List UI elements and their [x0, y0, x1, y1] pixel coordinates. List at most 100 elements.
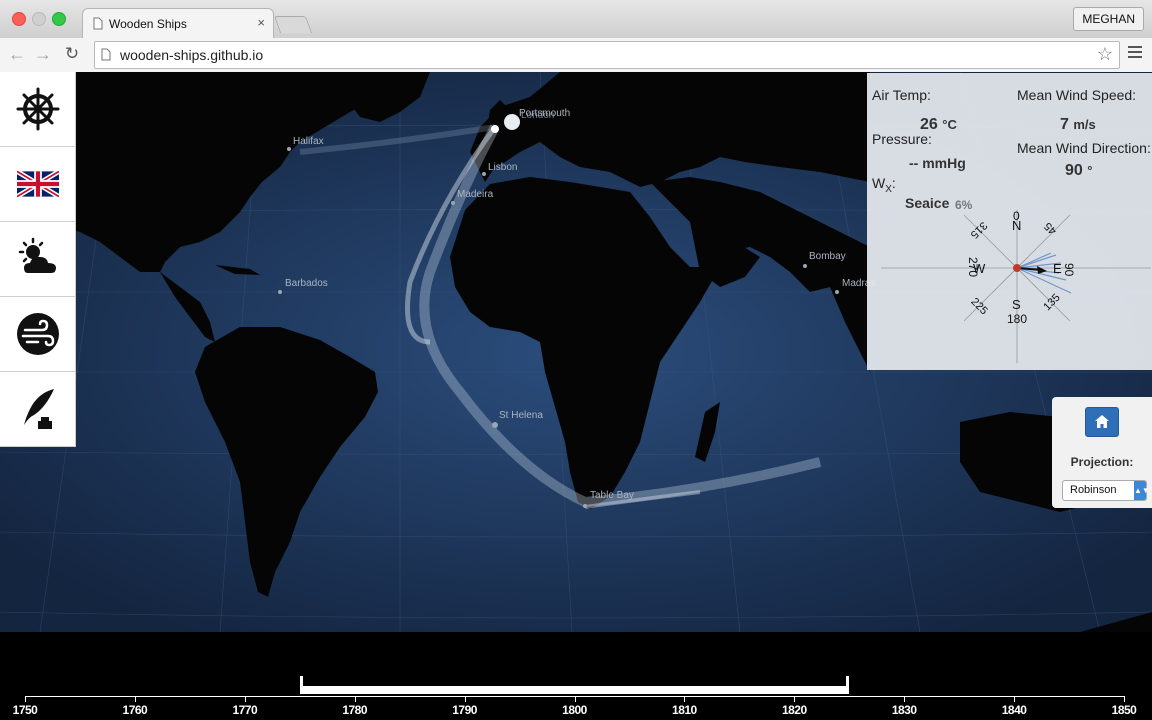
pressure-value: -- mmHg [909, 155, 966, 171]
timeline-tick [794, 696, 796, 702]
page-icon [93, 17, 103, 30]
timeline-tick-label: 1850 [1111, 703, 1137, 717]
year-range-brush[interactable] [299, 676, 850, 694]
arrowhead [1037, 266, 1047, 274]
wind-button[interactable] [0, 297, 75, 372]
projection-panel: Projection: Robinson ▲▼ [1052, 397, 1152, 508]
window-minimize-button[interactable] [32, 12, 46, 26]
timeline-tick [354, 696, 356, 702]
timeline-tick-label: 1780 [342, 703, 368, 717]
timeline-tick-label: 1820 [781, 703, 807, 717]
ship-wheel-button[interactable] [0, 72, 75, 147]
reload-icon[interactable]: ↻ [62, 44, 82, 64]
city-label-london[interactable]: London [521, 110, 554, 121]
timeline-tick [25, 696, 26, 702]
projection-select[interactable]: Robinson ▲▼ [1062, 480, 1150, 501]
city-label-st-helena[interactable]: St Helena [499, 410, 543, 421]
wind-direction-value: 90 ° [1065, 162, 1092, 180]
forward-arrow-icon[interactable]: → [33, 44, 53, 64]
compass-270: 270 [966, 257, 980, 277]
london-marker[interactable] [504, 114, 520, 130]
wx-sub: X [885, 183, 892, 195]
wind-direction-label: Mean Wind Direction: [1017, 140, 1151, 156]
logbook-button[interactable] [0, 372, 75, 446]
timeline-tick [464, 696, 466, 702]
browser-tab[interactable]: Wooden Ships × [82, 8, 274, 39]
weather-icon [18, 237, 56, 273]
timeline-tick [574, 696, 576, 702]
city-dot[interactable] [492, 422, 498, 428]
home-button[interactable] [1085, 407, 1119, 437]
home-icon [1095, 415, 1109, 428]
timeline-tick-label: 1800 [562, 703, 587, 717]
compass-180: 180 [1007, 312, 1027, 326]
browser-titlebar: Wooden Ships × MEGHAN [0, 0, 1152, 39]
nationality-button[interactable] [0, 147, 75, 222]
wind-rose: N 0 S 180 E 90 W 270 45 135 225 315 [881, 209, 1151, 363]
browser-menu-icon[interactable] [1128, 46, 1142, 61]
city-dot[interactable] [583, 504, 587, 508]
timeline-tick-label: 1840 [1001, 703, 1027, 717]
wind-speed-number: 7 [1060, 116, 1069, 133]
back-arrow-icon[interactable]: ← [7, 44, 27, 64]
year-timeline[interactable]: 1750 1760 1770 1780 1790 1800 1810 1820 1830 1840… [0, 632, 1152, 720]
route-hotspot [491, 125, 499, 133]
bookmark-star-icon[interactable]: ☆ [1097, 44, 1113, 65]
city-dot[interactable] [482, 172, 486, 176]
new-tab-button[interactable] [273, 16, 313, 33]
brush-handle-start[interactable] [299, 676, 303, 694]
city-label-madeira[interactable]: Madeira [457, 189, 493, 200]
compass-45: 45 [1042, 220, 1059, 237]
projection-label: Projection: [1070, 455, 1134, 469]
wind-direction-number: 90 [1065, 162, 1083, 179]
timeline-tick [684, 696, 686, 702]
address-bar[interactable]: wooden-ships.github.io ☆ [94, 41, 1120, 69]
city-label-lisbon[interactable]: Lisbon [488, 162, 517, 173]
city-dot[interactable] [803, 264, 807, 268]
wx-label: WX: [872, 175, 896, 195]
tab-close-icon[interactable]: × [257, 15, 265, 30]
wind-origin-dot [1013, 264, 1021, 272]
pressure-label: Pressure: [872, 131, 932, 147]
weather-button[interactable] [0, 222, 75, 297]
air-temp-unit: °C [942, 117, 957, 132]
wind-direction-unit: ° [1087, 163, 1093, 178]
compass-e: E [1053, 261, 1062, 276]
url-text: wooden-ships.github.io [120, 47, 264, 63]
compass-225: 225 [968, 296, 989, 317]
page-icon [101, 48, 111, 61]
city-dot[interactable] [278, 290, 282, 294]
weather-panel: Air Temp: 26 °C Pressure: -- mmHg WX: Se… [867, 73, 1152, 370]
city-dot[interactable] [835, 290, 839, 294]
timeline-tick-label: 1750 [12, 703, 38, 717]
browser-toolbar: ← → ↻ wooden-ships.github.io ☆ [0, 38, 1152, 73]
wind-speed-value: 7 m/s [1060, 116, 1096, 134]
city-label-barbados[interactable]: Barbados [285, 278, 328, 289]
city-dot[interactable] [287, 147, 291, 151]
projection-selected-value: Robinson [1070, 484, 1117, 496]
timeline-tick [244, 696, 246, 702]
compass-s: S [1012, 297, 1021, 312]
timeline-tick-label: 1810 [672, 703, 697, 717]
window-close-button[interactable] [12, 12, 26, 26]
air-temp-label: Air Temp: [872, 87, 931, 103]
city-label-halifax[interactable]: Halifax [293, 136, 324, 147]
timeline-tick [904, 696, 906, 702]
city-dot[interactable] [451, 201, 455, 205]
wx-letter: W [872, 175, 886, 191]
quill-ink-icon [24, 389, 54, 429]
city-label-bombay[interactable]: Bombay [809, 251, 846, 262]
timeline-tick [1124, 696, 1125, 702]
wind-speed-label: Mean Wind Speed: [1017, 87, 1137, 103]
city-label-table-bay[interactable]: Table Bay [590, 490, 634, 501]
user-profile-button[interactable]: MEGHAN [1073, 7, 1144, 31]
timeline-tick-label: 1830 [891, 703, 917, 717]
wind-speed-unit: m/s [1073, 117, 1096, 132]
compass-90: 90 [1062, 263, 1076, 277]
window-maximize-button[interactable] [52, 12, 66, 26]
compass-0: 0 [1013, 209, 1020, 223]
uk-flag-icon [17, 171, 59, 197]
brush-handle-end[interactable] [846, 676, 850, 694]
ship-wheel-icon [16, 87, 60, 131]
timeline-tick [1014, 696, 1016, 702]
